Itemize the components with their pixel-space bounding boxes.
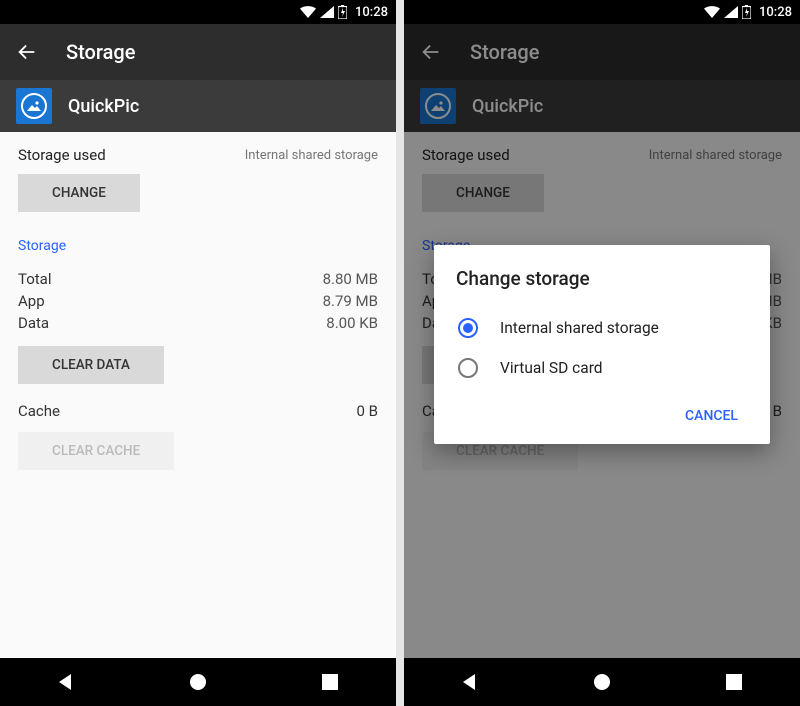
app-header: QuickPic [0,80,396,132]
data-row: Data 8.00 KB [18,312,378,334]
nav-home-icon[interactable] [184,668,212,696]
cache-value: 0 B [357,402,379,420]
clock-text: 10:28 [759,5,792,20]
nav-recent-icon[interactable] [720,668,748,696]
page-title: Storage [66,40,135,64]
radio-unselected-icon [458,358,478,378]
radio-option-internal[interactable]: Internal shared storage [456,308,748,348]
back-icon[interactable] [16,41,38,63]
screen-storage-detail: 10:28 Storage QuickPic Storage used Inte… [0,0,396,706]
change-button[interactable]: CHANGE [18,174,140,212]
cell-signal-icon [724,6,738,18]
clock-text: 10:28 [355,5,388,20]
nav-home-icon[interactable] [588,668,616,696]
battery-icon [338,5,347,19]
nav-bar [0,658,396,706]
dialog-title: Change storage [456,267,748,290]
status-bar: 10:28 [0,0,396,24]
row-value: 8.79 MB [323,292,378,310]
row-label: App [18,292,45,310]
radio-label: Internal shared storage [500,319,659,337]
radio-label: Virtual SD card [500,359,603,377]
wifi-icon [704,6,720,18]
row-label: Total [18,270,52,288]
toolbar: Storage [0,24,396,80]
row-value: 8.80 MB [323,270,378,288]
battery-icon [742,5,751,19]
app-name: QuickPic [68,96,139,117]
storage-used-label: Storage used [18,146,106,164]
clear-cache-button: CLEAR CACHE [18,432,174,470]
content-area: Storage used Internal shared storage CHA… [0,132,396,658]
cell-signal-icon [320,6,334,18]
row-label: Data [18,314,49,332]
row-value: 8.00 KB [326,314,378,332]
screen-storage-dialog: 10:28 Storage QuickPic Storage used Inte… [404,0,800,706]
section-title: Storage [18,238,378,254]
clear-data-button[interactable]: CLEAR DATA [18,346,164,384]
data-row: App 8.79 MB [18,290,378,312]
status-bar: 10:28 [404,0,800,24]
wifi-icon [300,6,316,18]
nav-back-icon[interactable] [52,668,80,696]
cancel-button[interactable]: CANCEL [675,398,748,434]
radio-option-sdcard[interactable]: Virtual SD card [456,348,748,388]
storage-used-note: Internal shared storage [245,148,378,163]
cache-label: Cache [18,402,60,420]
nav-bar [404,658,800,706]
nav-recent-icon[interactable] [316,668,344,696]
nav-back-icon[interactable] [456,668,484,696]
change-storage-dialog: Change storage Internal shared storage V… [434,245,770,444]
data-row: Total 8.80 MB [18,268,378,290]
radio-selected-icon [458,318,478,338]
app-icon [16,88,52,124]
